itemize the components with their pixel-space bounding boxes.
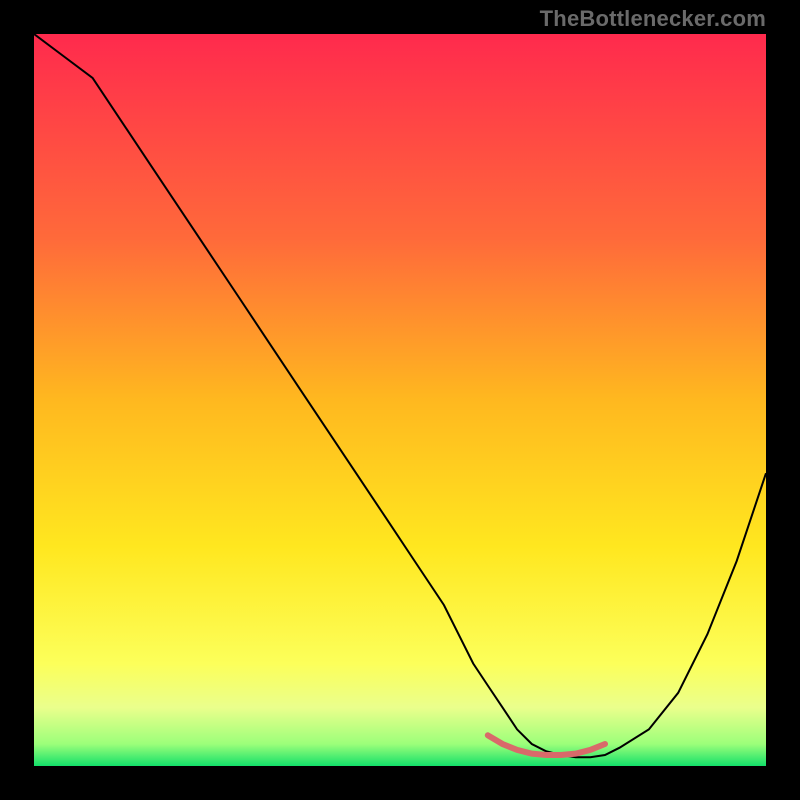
chart-background [34, 34, 766, 766]
chart-frame: TheBottlenecker.com [0, 0, 800, 800]
plot-area [34, 34, 766, 766]
chart-svg [34, 34, 766, 766]
watermark-text: TheBottlenecker.com [540, 6, 766, 32]
